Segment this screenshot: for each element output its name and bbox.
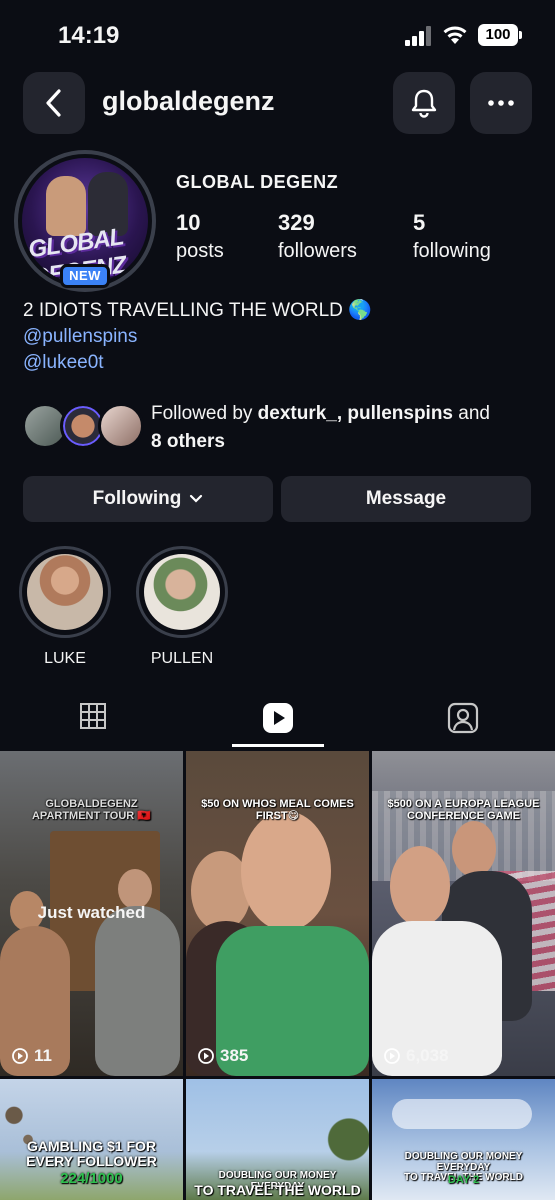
reel-tile[interactable]: $50 ON WHOS MEAL COMES FIRST😋 385 [186, 751, 369, 1076]
reel-views: 385 [198, 1046, 248, 1066]
bio-mention-link[interactable]: @pullenspins [23, 324, 372, 350]
active-tab-indicator [232, 744, 324, 747]
following-button[interactable]: Following [23, 476, 273, 522]
bell-icon [411, 89, 437, 118]
stat-label: following [413, 240, 491, 262]
profile-bio: 2 IDIOTS TRAVELLING THE WORLD 🌎 @pullens… [23, 298, 372, 376]
tagged-person-icon [447, 702, 478, 734]
play-count-icon [12, 1048, 28, 1064]
status-time: 14:19 [58, 22, 120, 49]
reel-caption: GLOBALDEGENZ APARTMENT TOUR 🇦🇱 [31, 798, 151, 822]
reel-caption-counter: 224/1000 [60, 1170, 123, 1187]
highlight-ring [136, 546, 228, 638]
wifi-icon [443, 26, 467, 44]
followed-by-others: 8 others [151, 431, 225, 452]
reel-caption: $500 ON A EUROPA LEAGUE CONFERENCE GAME [387, 798, 540, 822]
highlight-ring [19, 546, 111, 638]
stat-label: posts [176, 240, 224, 262]
reel-caption: TO TRAVEL THE WORLD [194, 1182, 361, 1198]
stat-label: followers [278, 240, 357, 262]
stat-following[interactable]: 5 following [413, 210, 491, 263]
tab-reels[interactable] [185, 688, 370, 748]
followed-by-prefix: Followed by [151, 403, 258, 424]
reel-caption: GAMBLING $1 FOR EVERY FOLLOWER [26, 1138, 157, 1169]
bio-text: 2 IDIOTS TRAVELLING THE WORLD 🌎 [23, 300, 372, 321]
stat-value: 10 [176, 210, 201, 235]
reel-view-count: 6,038 [406, 1046, 449, 1065]
back-button[interactable] [23, 72, 85, 134]
followed-by-avatars[interactable] [22, 403, 144, 451]
highlight-cover-image [27, 554, 103, 630]
chevron-left-icon [46, 89, 61, 117]
more-horizontal-icon [488, 100, 514, 106]
message-button[interactable]: Message [281, 476, 531, 522]
highlight-luke[interactable]: LUKE [19, 546, 111, 668]
more-options-button[interactable] [470, 72, 532, 134]
notifications-button[interactable] [393, 72, 455, 134]
highlight-pullen[interactable]: PULLEN [136, 546, 228, 668]
stat-followers[interactable]: 329 followers [278, 210, 357, 263]
reel-tile[interactable]: DOUBLING OUR MONEY EVERYDAY TO TRAVEL TH… [372, 1079, 555, 1200]
reel-view-count: 11 [34, 1046, 52, 1065]
reel-tile[interactable]: GAMBLING $1 FOR EVERY FOLLOWER 224/1000 [0, 1079, 183, 1200]
highlight-cover-image [144, 554, 220, 630]
reel-views: 6,038 [384, 1046, 449, 1066]
following-button-label: Following [92, 488, 182, 509]
stat-value: 5 [413, 210, 426, 235]
followed-by-text[interactable]: Followed by dexturk_, pullenspins and 8 o… [151, 400, 541, 456]
reel-tile[interactable]: GLOBALDEGENZ APARTMENT TOUR 🇦🇱 Just watc… [0, 751, 183, 1076]
cellular-signal-icon [405, 26, 433, 46]
play-count-icon [198, 1048, 214, 1064]
avatar [98, 403, 144, 449]
new-badge: NEW [60, 264, 110, 288]
reel-tile[interactable]: DOUBLING OUR MONEY EVERYDAY TO TRAVEL TH… [186, 1079, 369, 1200]
profile-tabs [0, 688, 555, 748]
play-count-icon [384, 1048, 400, 1064]
tab-posts-grid[interactable] [0, 688, 185, 748]
reel-caption: $50 ON WHOS MEAL COMES FIRST😋 [201, 798, 354, 822]
stat-posts[interactable]: 10 posts [176, 210, 224, 263]
followed-by-middle: and [453, 403, 490, 424]
reel-tile[interactable]: $500 ON A EUROPA LEAGUE CONFERENCE GAME … [372, 751, 555, 1076]
profile-username: globaldegenz [102, 86, 275, 116]
reel-caption-day: DAY 2 [447, 1174, 480, 1186]
grid-icon [79, 703, 106, 729]
reels-icon [262, 703, 293, 733]
battery-icon: 100 [478, 24, 522, 46]
highlight-label: PULLEN [150, 650, 214, 667]
tab-tagged[interactable] [370, 688, 555, 748]
just-watched-label: Just watched [37, 903, 146, 922]
highlight-label: LUKE [44, 650, 86, 667]
reel-view-count: 385 [220, 1046, 249, 1065]
status-bar: 14:19 100 [0, 0, 555, 70]
profile-full-name: GLOBAL DEGENZ [176, 172, 339, 192]
bio-mention-link[interactable]: @lukee0t [23, 350, 372, 376]
stat-value: 329 [278, 210, 315, 235]
message-button-label: Message [365, 488, 447, 509]
chevron-down-icon [190, 494, 203, 503]
followed-by-names: dexturk_, pullenspins [257, 403, 453, 424]
reel-views: 11 [12, 1046, 52, 1066]
